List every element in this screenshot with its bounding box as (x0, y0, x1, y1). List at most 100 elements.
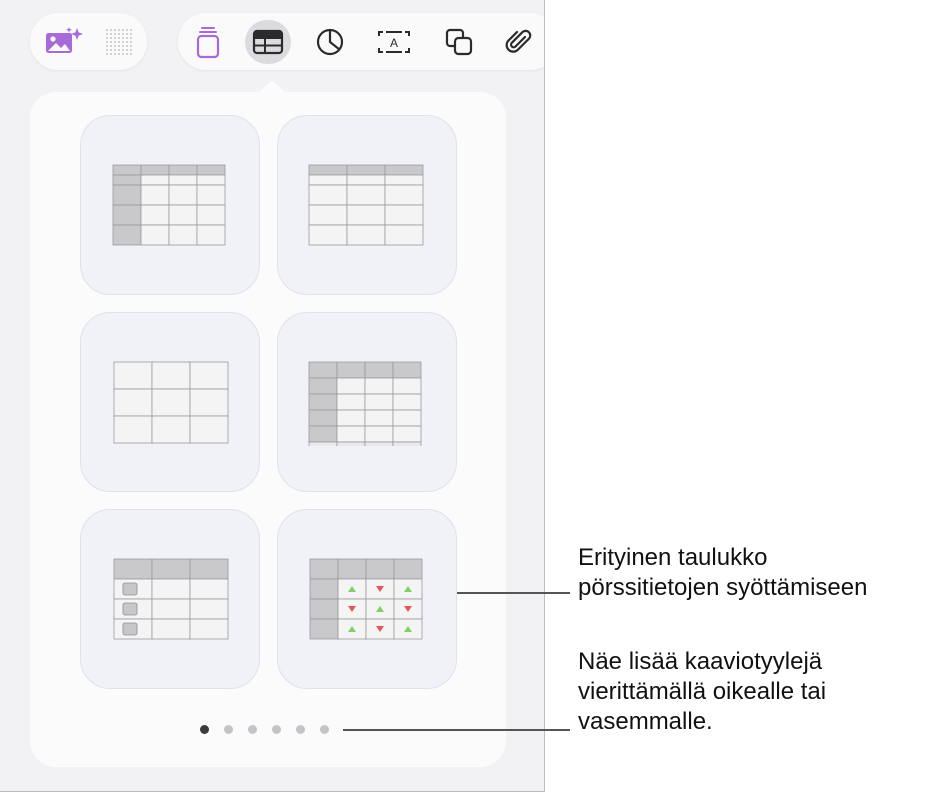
table-cell (336, 377, 366, 395)
table-cell (309, 618, 339, 640)
checkbox-icon (122, 602, 138, 616)
table-cell (168, 184, 198, 206)
callout-scroll-styles: Näe lisää kaaviotyylejä vierittämällä oi… (578, 647, 826, 737)
table-cell (151, 361, 191, 390)
text-box-button[interactable]: A (371, 20, 417, 64)
table-cell (364, 425, 394, 443)
page-dot[interactable] (320, 725, 329, 734)
page-dot[interactable] (272, 725, 281, 734)
table-cell (151, 558, 191, 580)
checkbox-icon (122, 622, 138, 636)
table-cell (151, 618, 191, 640)
table-cell (346, 224, 386, 246)
table-cell (392, 441, 422, 446)
table-cell (168, 164, 198, 176)
table-cell (346, 204, 386, 226)
table-cell (346, 174, 386, 186)
table-cell (196, 184, 226, 206)
image-sparkle-icon (46, 27, 83, 53)
table-cell (392, 361, 422, 379)
pie-chart-icon (316, 28, 344, 56)
table-cell (189, 598, 229, 620)
table-cell (308, 224, 348, 246)
table-style-header-row-and-column[interactable] (80, 115, 260, 295)
table-cell (140, 174, 170, 186)
table-cell (384, 174, 424, 186)
table-cell (196, 224, 226, 246)
attachment-button[interactable] (496, 20, 542, 64)
table-thumbnail (308, 164, 424, 246)
table-cell (189, 361, 229, 390)
table-cell (113, 361, 153, 390)
table-cell (392, 393, 422, 411)
table-cell (308, 184, 348, 206)
table-cell (336, 409, 366, 427)
table-icon (252, 29, 284, 55)
callout-scroll-line2: vierittämällä oikealle tai (578, 678, 827, 705)
table-cell (140, 184, 170, 206)
table-style-header-footer[interactable] (277, 312, 457, 492)
table-cell (196, 204, 226, 226)
page-dot[interactable] (248, 725, 257, 734)
table-cell (113, 558, 153, 580)
table-thumbnail (309, 558, 423, 640)
table-cell (151, 388, 191, 417)
table-cell (346, 184, 386, 206)
shapes-button[interactable] (436, 20, 482, 64)
callout-scroll-line3: vasemmalle. (578, 708, 713, 735)
table-cell (336, 425, 366, 443)
paperclip-icon (505, 29, 532, 53)
table-cell (112, 164, 142, 176)
table-cell (364, 441, 394, 446)
table-style-header-row[interactable] (277, 115, 457, 295)
table-cell (364, 409, 394, 427)
page-indicator (200, 725, 329, 734)
table-style-stock[interactable] (277, 509, 457, 689)
table-style-plain[interactable] (80, 312, 260, 492)
toolbar-right-group (178, 13, 544, 70)
table-cell (113, 415, 153, 444)
table-cell (365, 558, 395, 580)
table-cell (196, 174, 226, 186)
image-generate-button[interactable] (40, 20, 86, 64)
table-thumbnail (113, 361, 229, 444)
table-cell (346, 164, 386, 176)
table-cell (189, 388, 229, 417)
table-cell (308, 425, 338, 443)
table-cell (336, 393, 366, 411)
shape-stack-button[interactable] (185, 20, 231, 64)
page-dot[interactable] (200, 725, 209, 734)
table-cell (189, 618, 229, 640)
app-window: A (0, 0, 545, 792)
page-dot[interactable] (224, 725, 233, 734)
table-cell (364, 393, 394, 411)
table-style-checklist[interactable] (80, 509, 260, 689)
shapes-icon (445, 28, 473, 56)
table-cell (308, 409, 338, 427)
table-button[interactable] (245, 20, 291, 64)
callout-stock-line1: Erityinen taulukko (578, 544, 768, 571)
table-cell (112, 174, 142, 186)
table-cell (308, 393, 338, 411)
table-cell (309, 578, 339, 600)
page-dot[interactable] (296, 725, 305, 734)
table-cell (308, 361, 338, 379)
grid-button[interactable] (96, 20, 142, 64)
table-thumbnail (112, 164, 226, 246)
table-cell (308, 174, 348, 186)
table-cell (112, 184, 142, 206)
table-cell (140, 164, 170, 176)
table-cell (309, 598, 339, 620)
table-cell (112, 224, 142, 246)
table-thumbnail (308, 361, 422, 446)
table-cell (392, 409, 422, 427)
table-cell (336, 441, 366, 446)
table-cell (308, 204, 348, 226)
table-cell (168, 204, 198, 226)
text-box-icon: A (378, 31, 410, 53)
table-cell (393, 558, 423, 580)
table-cell (308, 164, 348, 176)
callout-line-stock (457, 592, 570, 594)
chart-button[interactable] (307, 20, 353, 64)
table-cell (151, 415, 191, 444)
